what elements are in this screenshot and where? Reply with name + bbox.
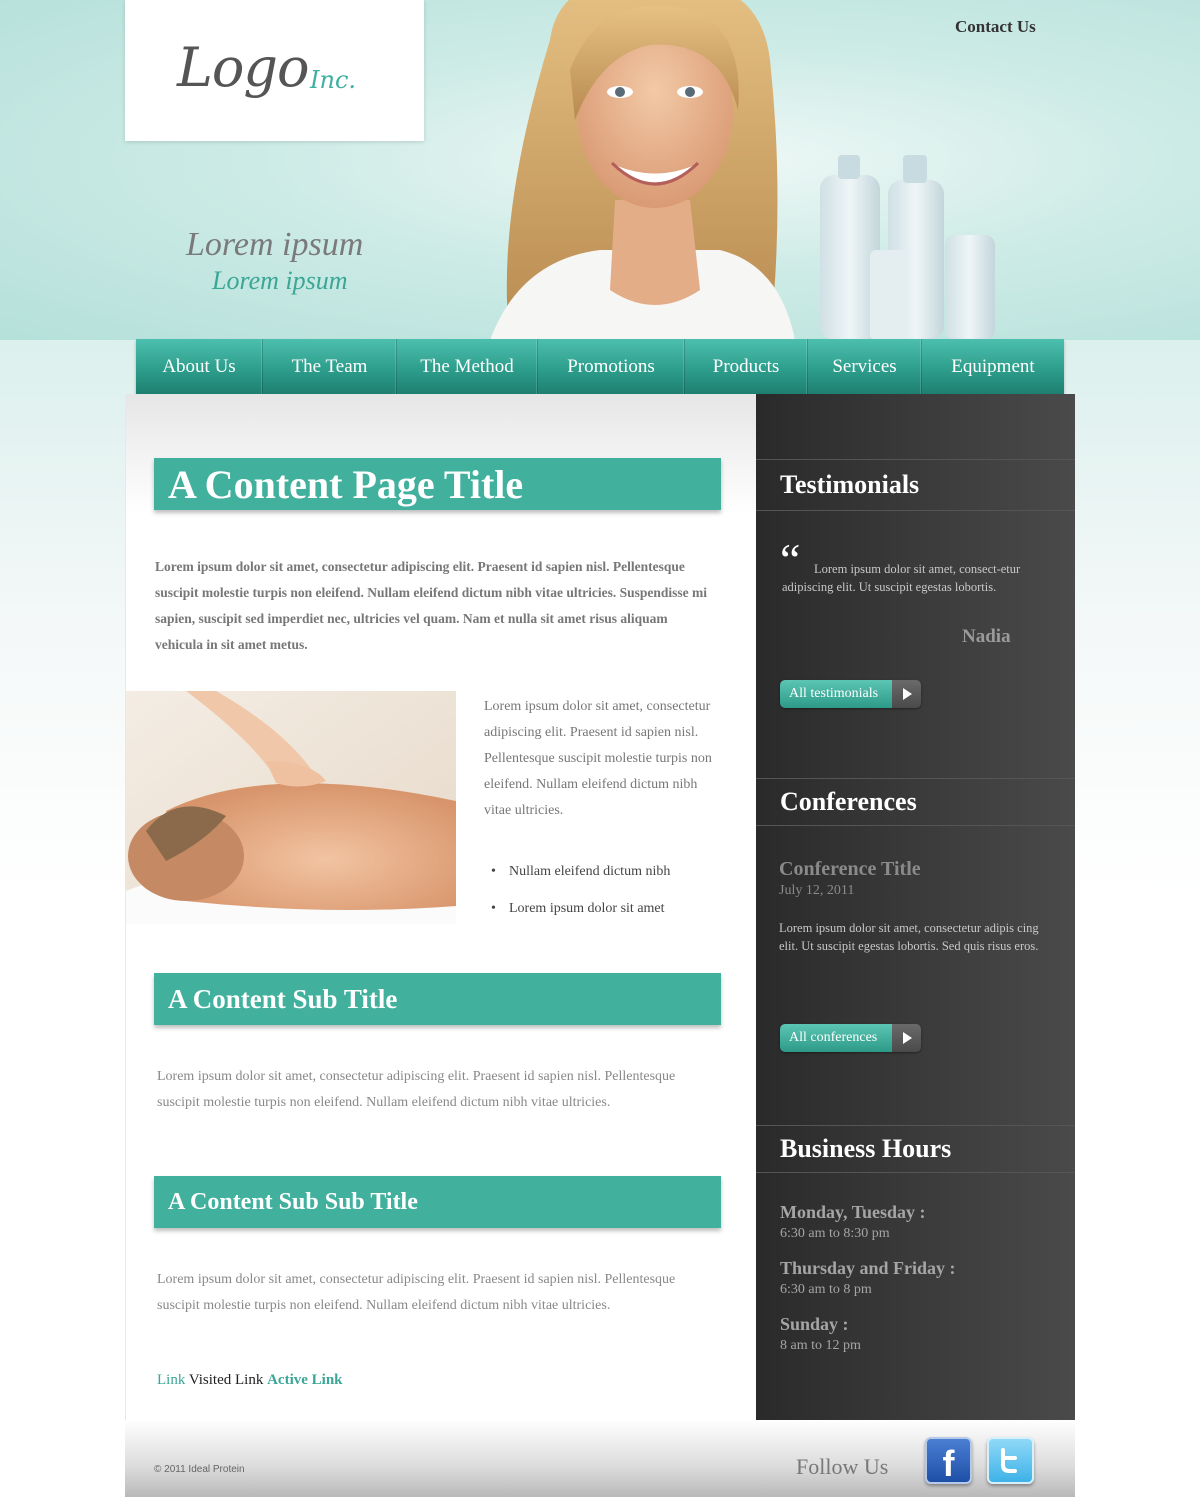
hero-woman-illustration	[490, 0, 995, 340]
hours-time: 8 am to 12 pm	[780, 1338, 861, 1353]
conferences-heading: Conferences	[756, 778, 1075, 826]
conference-date: July 12, 2011	[779, 883, 855, 898]
hours-day: Monday, Tuesday :	[780, 1202, 926, 1222]
logo-wordmark: Logo	[177, 36, 309, 99]
sample-active-link[interactable]: Active Link	[267, 1372, 342, 1388]
sub-sub-title: A Content Sub Sub Title	[154, 1176, 721, 1228]
contact-us-link[interactable]: Contact Us	[955, 17, 1036, 37]
hours-day: Sunday :	[780, 1314, 849, 1334]
business-hours-heading: Business Hours	[756, 1125, 1075, 1173]
testimonial-text: Lorem ipsum dolor sit amet, consect-etur…	[782, 562, 1021, 594]
nav-item-the-method[interactable]: The Method	[397, 339, 538, 394]
side-paragraph: Lorem ipsum dolor sit amet, consectetur …	[484, 699, 712, 818]
list-item: Lorem ipsum dolor sit amet	[491, 896, 731, 933]
testimonials-heading: Testimonials	[756, 459, 1075, 511]
tagline-secondary: Lorem ipsum	[212, 266, 348, 295]
conference-text: Lorem ipsum dolor sit amet, consectetur …	[779, 921, 1039, 953]
sidebar: Testimonials “ Lorem ipsum dolor sit ame…	[756, 394, 1075, 1420]
play-arrow-icon	[892, 680, 921, 708]
massage-photo	[126, 691, 456, 924]
hero-image	[400, 0, 1060, 340]
nav-item-promotions[interactable]: Promotions	[538, 339, 685, 394]
nav-item-about-us[interactable]: About Us	[136, 339, 263, 394]
page-title: A Content Page Title	[154, 458, 721, 510]
bullet-list: Nullam eleifend dictum nibh Lorem ipsum …	[491, 859, 731, 933]
nav-item-products[interactable]: Products	[685, 339, 808, 394]
list-item: Nullam eleifend dictum nibh	[491, 859, 731, 896]
copyright: © 2011 Ideal Protein	[154, 1464, 245, 1475]
facebook-icon[interactable]: f	[925, 1437, 972, 1484]
sub-paragraph: Lorem ipsum dolor sit amet, consectetur …	[157, 1069, 676, 1110]
link-samples: Link Visited Link Active Link	[157, 1372, 343, 1389]
main-nav: About Us The Team The Method Promotions …	[136, 339, 1064, 394]
conference-title[interactable]: Conference Title	[779, 858, 921, 881]
sample-visited-link[interactable]: Visited Link	[189, 1372, 264, 1388]
sub-title: A Content Sub Title	[154, 973, 721, 1025]
facebook-glyph: f	[942, 1442, 955, 1484]
all-conferences-button[interactable]: All conferences	[780, 1024, 921, 1052]
tagline-primary: Lorem ipsum	[186, 226, 364, 263]
sample-link[interactable]: Link	[157, 1372, 185, 1388]
all-conferences-label: All conferences	[780, 1024, 892, 1052]
testimonial-author: Nadia	[962, 626, 1011, 647]
main-content: A Content Page Title Lorem ipsum dolor s…	[125, 394, 756, 1420]
logo[interactable]: Logo Inc.	[125, 0, 424, 141]
sub-sub-paragraph: Lorem ipsum dolor sit amet, consectetur …	[157, 1272, 676, 1313]
nav-item-equipment[interactable]: Equipment	[922, 339, 1064, 394]
play-arrow-icon	[892, 1024, 921, 1052]
hours-time: 6:30 am to 8 pm	[780, 1282, 872, 1297]
all-testimonials-label: All testimonials	[780, 680, 892, 708]
site-header: Logo Inc. Contact Us Lorem ipsum Lorem i…	[0, 0, 1200, 340]
nav-item-services[interactable]: Services	[808, 339, 922, 394]
logo-suffix: Inc.	[310, 66, 357, 94]
follow-us-label: Follow Us	[796, 1454, 889, 1479]
hours-day: Thursday and Friday :	[780, 1258, 956, 1278]
nav-item-the-team[interactable]: The Team	[263, 339, 397, 394]
twitter-bird-icon	[1000, 1447, 1017, 1473]
intro-paragraph: Lorem ipsum dolor sit amet, consectetur …	[155, 559, 708, 652]
all-testimonials-button[interactable]: All testimonials	[780, 680, 921, 708]
site-footer: © 2011 Ideal Protein Follow Us f	[125, 1420, 1075, 1497]
twitter-icon[interactable]	[987, 1437, 1034, 1484]
hours-time: 6:30 am to 8:30 pm	[780, 1226, 890, 1241]
